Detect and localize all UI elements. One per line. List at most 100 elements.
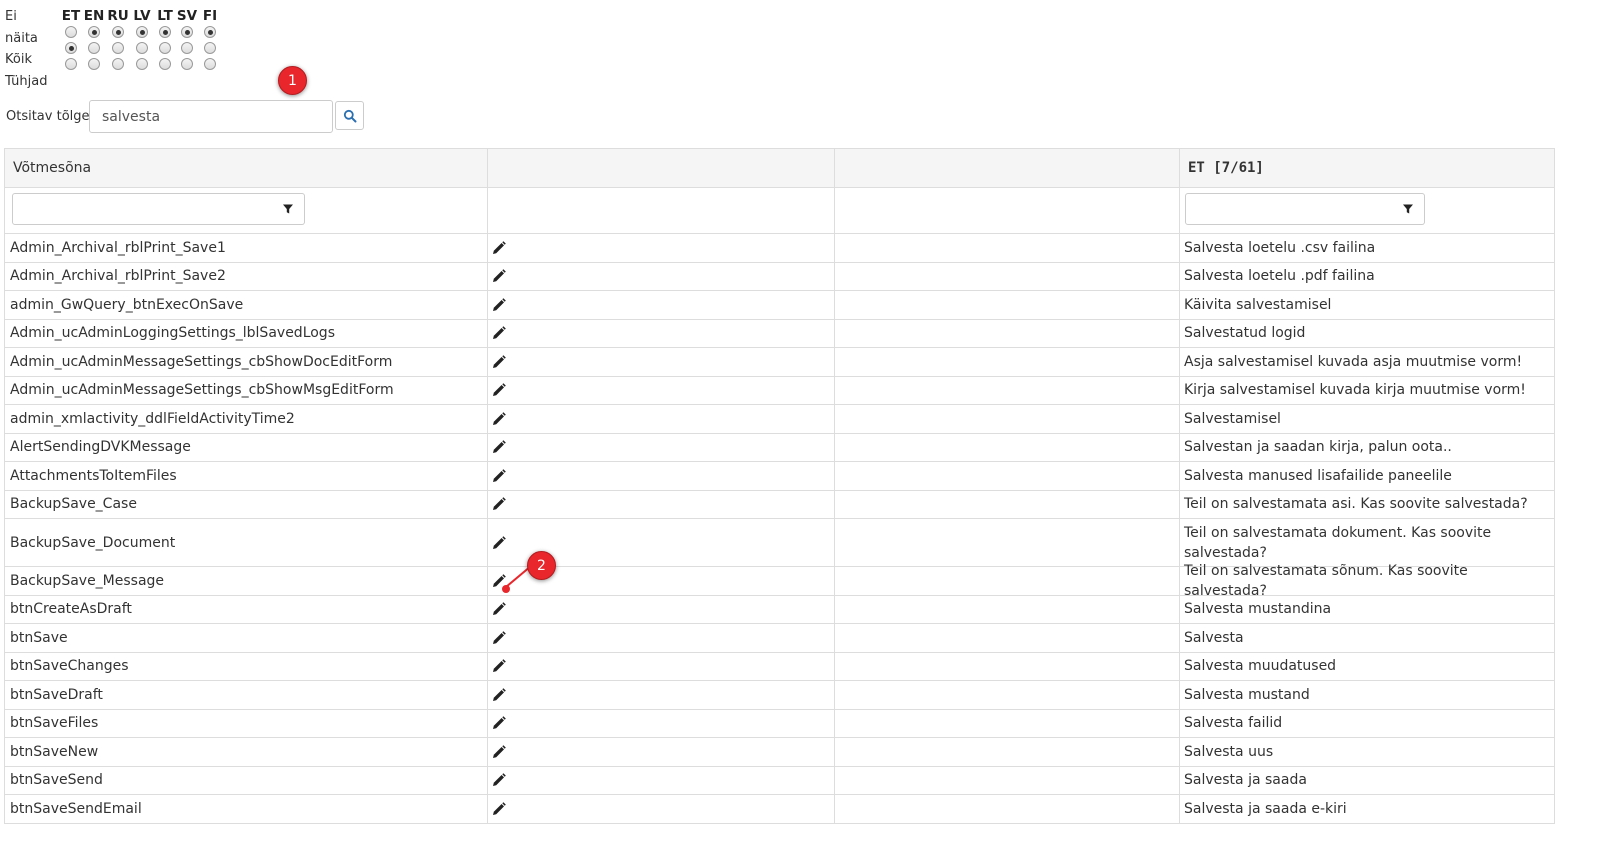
edit-button[interactable] <box>491 715 507 731</box>
edit-button[interactable] <box>491 382 507 398</box>
empty-cell <box>835 766 1180 794</box>
keyword-cell: admin_xmlactivity_ddlFieldActivityTime2 <box>5 405 488 433</box>
et-translation-cell: Asja salvestamisel kuvada asja muutmise … <box>1184 353 1523 370</box>
et-filter-button[interactable] <box>1391 193 1425 225</box>
radio-tuhjad-lt[interactable] <box>159 58 171 70</box>
keyword-cell: BackupSave_Case <box>5 490 488 518</box>
edit-button[interactable] <box>491 240 507 256</box>
empty-cell <box>835 319 1180 347</box>
radio-koik-lv[interactable] <box>136 42 148 54</box>
radio-koik-ru[interactable] <box>112 42 124 54</box>
edit-button[interactable] <box>491 268 507 284</box>
edit-button[interactable] <box>491 687 507 703</box>
radio-tuhjad-en[interactable] <box>88 58 100 70</box>
empty-cell <box>835 348 1180 376</box>
radio-tuhjad-et[interactable] <box>65 58 77 70</box>
edit-button[interactable] <box>491 354 507 370</box>
radio-tuhjad-fi[interactable] <box>204 58 216 70</box>
pencil-icon <box>493 744 506 758</box>
search-button[interactable] <box>335 101 364 130</box>
table-row: btnSaveSend Salvesta ja saada <box>5 766 1554 795</box>
edit-button[interactable] <box>491 325 507 341</box>
edit-cell <box>488 738 835 766</box>
radio-ei-naita-fi[interactable] <box>204 26 216 38</box>
empty-cell <box>835 262 1180 290</box>
radio-koik-et[interactable] <box>65 42 77 54</box>
edit-button[interactable] <box>491 801 507 817</box>
et-translation-cell: Teil on salvestamata dokument. Kas soovi… <box>1184 524 1492 561</box>
pencil-icon <box>493 602 506 616</box>
empty-cell <box>835 490 1180 518</box>
filter-icon <box>1402 204 1413 214</box>
edit-button[interactable] <box>491 744 507 760</box>
pencil-icon <box>493 326 506 340</box>
edit-cell <box>488 348 835 376</box>
radio-koik-en[interactable] <box>88 42 100 54</box>
search-input[interactable] <box>89 100 333 133</box>
radio-ei-naita-ru[interactable] <box>112 26 124 38</box>
radio-ei-naita-et[interactable] <box>65 26 77 38</box>
edit-button[interactable] <box>491 297 507 313</box>
et-translation-cell: Teil on salvestamata asi. Kas soovite sa… <box>1184 496 1528 513</box>
pencil-icon <box>493 659 506 673</box>
radio-koik-lt[interactable] <box>159 42 171 54</box>
column-header-empty <box>835 149 1180 187</box>
radio-ei-naita-en[interactable] <box>88 26 100 38</box>
keyword-cell: btnCreateAsDraft <box>5 595 488 623</box>
search-label: Otsitav tõlge <box>6 109 90 124</box>
pencil-icon <box>493 716 506 730</box>
empty-cell <box>835 595 1180 623</box>
et-translation-cell: Salvestan ja saadan kirja, palun oota.. <box>1184 439 1452 456</box>
et-translation-cell: Salvesta <box>1184 629 1244 646</box>
edit-cell <box>488 405 835 433</box>
edit-button[interactable] <box>491 535 507 551</box>
edit-button[interactable] <box>491 468 507 484</box>
empty-cell <box>835 652 1180 680</box>
radio-tuhjad-sv[interactable] <box>181 58 193 70</box>
radio-ei-naita-sv[interactable] <box>181 26 193 38</box>
keyword-filter-button[interactable] <box>271 193 305 225</box>
empty-cell <box>835 462 1180 490</box>
edit-button[interactable] <box>491 772 507 788</box>
table-row: Admin_ucAdminLoggingSettings_lblSavedLog… <box>5 319 1554 348</box>
radio-koik-fi[interactable] <box>204 42 216 54</box>
search-icon <box>343 109 356 122</box>
edit-cell <box>488 433 835 461</box>
language-header-fi: FI <box>202 8 218 24</box>
radio-koik-sv[interactable] <box>181 42 193 54</box>
pencil-icon <box>493 468 506 482</box>
column-header-edit <box>488 149 835 187</box>
keyword-cell: Admin_Archival_rblPrint_Save2 <box>5 262 488 290</box>
radio-tuhjad-lv[interactable] <box>136 58 148 70</box>
et-translation-cell: Salvestatud logid <box>1184 325 1306 342</box>
column-header-et[interactable]: ET [7/61] <box>1180 149 1554 187</box>
table-row: AlertSendingDVKMessage Salvestan ja saada… <box>5 433 1554 462</box>
translations-grid: Võtmesõna ET [7/61] Admin_Archival_rblPr… <box>4 148 1555 824</box>
table-row: Admin_Archival_rblPrint_Save2 Salvesta lo… <box>5 262 1554 291</box>
et-translation-cell: Salvesta muudatused <box>1184 658 1337 675</box>
filter-label-ei: Ei <box>5 9 17 24</box>
edit-button[interactable] <box>491 658 507 674</box>
empty-cell <box>835 795 1180 823</box>
pencil-icon <box>493 354 506 368</box>
radio-ei-naita-lt[interactable] <box>159 26 171 38</box>
keyword-filter-input[interactable] <box>12 193 272 225</box>
edit-button[interactable] <box>491 439 507 455</box>
empty-cell <box>835 433 1180 461</box>
et-filter-input[interactable] <box>1185 193 1392 225</box>
edit-button[interactable] <box>491 411 507 427</box>
edit-cell <box>488 490 835 518</box>
grid-filter-row <box>5 188 1554 234</box>
empty-cell <box>835 376 1180 404</box>
edit-button[interactable] <box>491 496 507 512</box>
edit-button[interactable] <box>491 601 507 617</box>
table-row: Admin_Archival_rblPrint_Save1 Salvesta lo… <box>5 234 1554 263</box>
edit-button[interactable] <box>491 630 507 646</box>
pencil-icon <box>493 297 506 311</box>
radio-tuhjad-ru[interactable] <box>112 58 124 70</box>
keyword-cell: AlertSendingDVKMessage <box>5 433 488 461</box>
keyword-cell: Admin_ucAdminMessageSettings_cbShowDocEd… <box>5 348 488 376</box>
radio-ei-naita-lv[interactable] <box>136 26 148 38</box>
column-header-keyword[interactable]: Võtmesõna <box>5 149 488 187</box>
keyword-cell: btnSave <box>5 624 488 652</box>
